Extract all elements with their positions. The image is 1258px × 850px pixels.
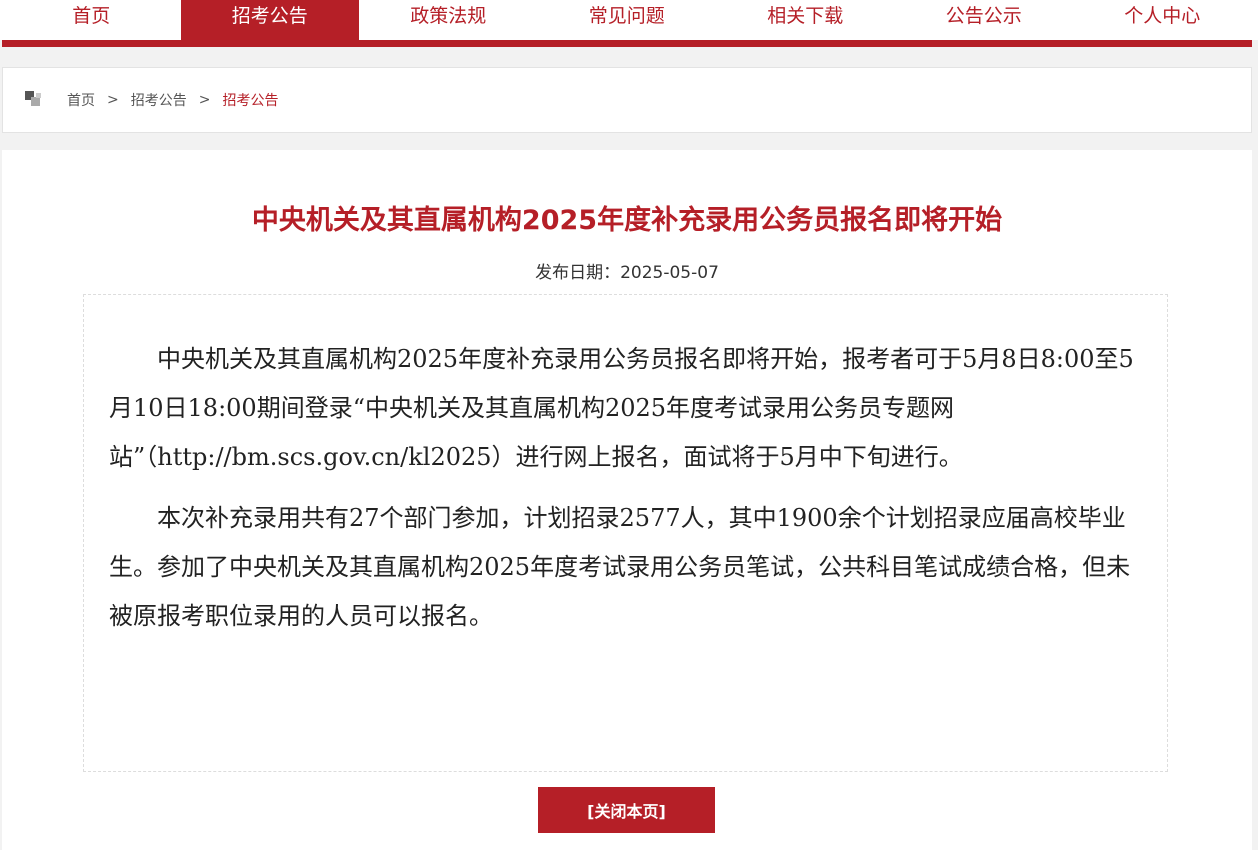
nav-item-policies[interactable]: 政策法规 xyxy=(359,0,538,40)
article-body: 中央机关及其直属机构2025年度补充录用公务员报名即将开始，报考者可于5月8日8… xyxy=(109,335,1149,653)
breadcrumb-separator: > xyxy=(198,92,211,108)
nav-item-faq[interactable]: 常见问题 xyxy=(538,0,717,40)
nav-items: 首页 招考公告 政策法规 常见问题 相关下载 公告公示 个人中心 xyxy=(2,0,1252,40)
nav-item-home[interactable]: 首页 xyxy=(2,0,181,40)
publish-date-label: 发布日期： xyxy=(535,263,621,283)
breadcrumb-separator: > xyxy=(107,92,119,108)
nav-item-personal-center[interactable]: 个人中心 xyxy=(1073,0,1252,40)
breadcrumb: 首页 > 招考公告 > 招考公告 xyxy=(67,90,278,110)
nav-underline-bar xyxy=(2,40,1252,47)
breadcrumb-current-link[interactable]: 招考公告 xyxy=(222,90,278,110)
article-content-box: 中央机关及其直属机构2025年度补充录用公务员报名即将开始，报考者可于5月8日8… xyxy=(83,294,1168,772)
nav-item-downloads[interactable]: 相关下载 xyxy=(716,0,895,40)
article-title: 中央机关及其直属机构2025年度补充录用公务员报名即将开始 xyxy=(251,205,1003,236)
nav-item-recruitment-notices[interactable]: 招考公告 xyxy=(180,0,359,40)
publish-date: 发布日期：2025-05-07 xyxy=(2,258,1252,283)
article-panel: 中央机关及其直属机构2025年度补充录用公务员报名即将开始 发布日期：2025-… xyxy=(2,150,1252,850)
location-icon xyxy=(25,91,43,107)
breadcrumb-section-link[interactable]: 招考公告 xyxy=(131,90,187,110)
breadcrumb-panel: 首页 > 招考公告 > 招考公告 xyxy=(2,67,1252,133)
publish-date-value: 2025-05-07 xyxy=(620,263,719,283)
top-navigation: 首页 招考公告 政策法规 常见问题 相关下载 公告公示 个人中心 xyxy=(0,0,1258,40)
nav-item-public-notices[interactable]: 公告公示 xyxy=(895,0,1074,40)
close-page-button[interactable]: [关闭本页] xyxy=(538,787,715,833)
breadcrumb-home-link[interactable]: 首页 xyxy=(67,90,95,110)
article-paragraph: 中央机关及其直属机构2025年度补充录用公务员报名即将开始，报考者可于5月8日8… xyxy=(109,345,1134,471)
article-paragraph: 本次补充录用共有27个部门参加，计划招录2577人，其中1900余个计划招录应届… xyxy=(109,504,1131,630)
